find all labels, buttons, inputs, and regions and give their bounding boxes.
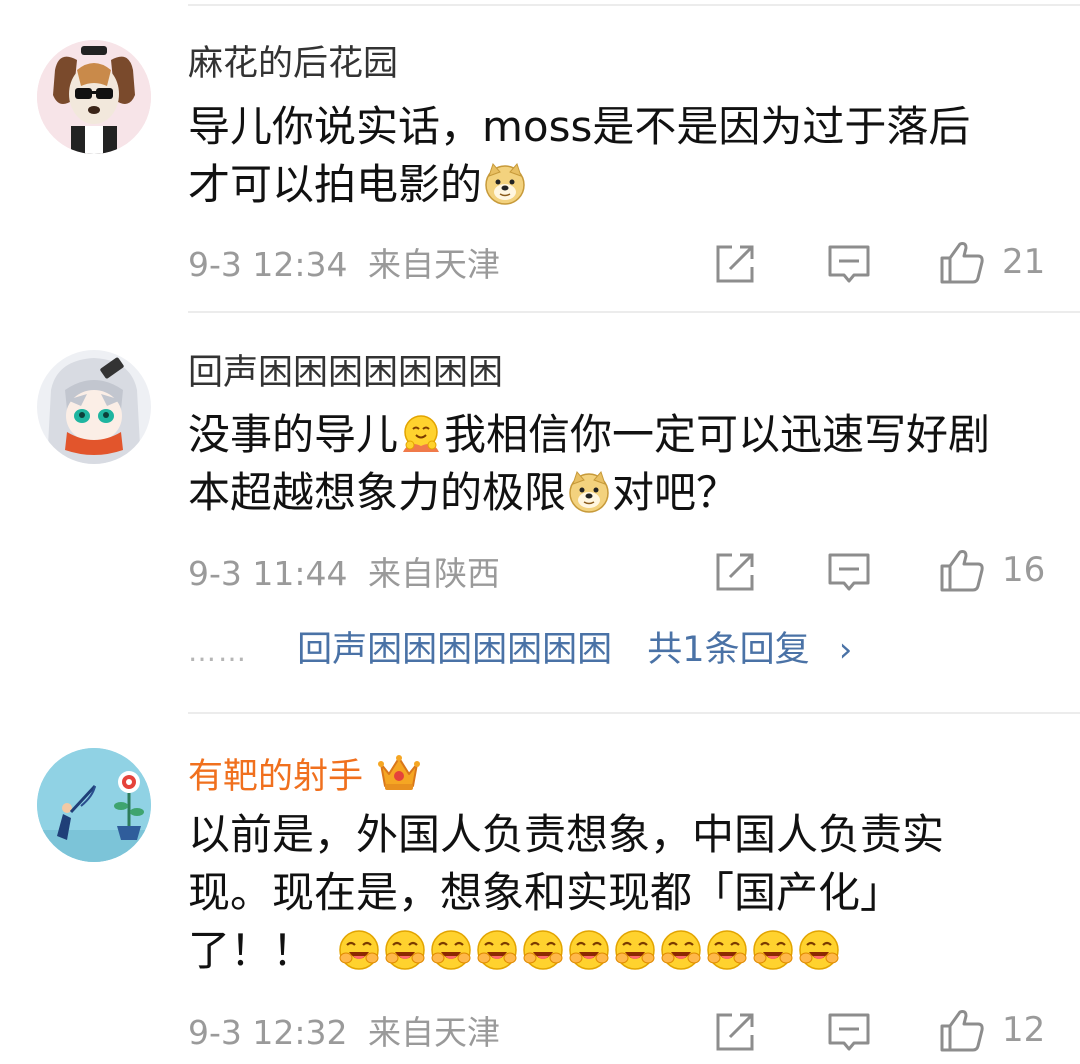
laugh-emoji <box>475 928 519 972</box>
emoji-row <box>336 926 842 975</box>
laugh-emoji <box>705 928 749 972</box>
location: 来自陕西 <box>368 554 500 593</box>
reply-dots: …… <box>188 635 248 668</box>
avatar[interactable] <box>37 40 151 154</box>
comment-text-segment: 对吧？ <box>612 468 739 517</box>
chevron-right-icon: › <box>838 630 853 670</box>
username[interactable]: 有靶的射手 <box>188 750 421 797</box>
comment-button[interactable] <box>826 548 872 596</box>
crown-icon <box>378 755 421 790</box>
username[interactable]: 回声困困困困困困困 <box>188 353 503 393</box>
comment-text-segment: 了！！ <box>188 926 315 975</box>
doge-emoji <box>483 162 527 206</box>
comment-meta: 9-3 12:34 来自天津 <box>188 245 500 285</box>
comment-meta: 9-3 11:44 来自陕西 <box>188 554 500 594</box>
top-divider <box>188 4 1080 6</box>
timestamp: 9-3 12:32 <box>188 1013 348 1052</box>
laugh-emoji <box>659 928 703 972</box>
avatar[interactable] <box>37 350 151 464</box>
doge-emoji <box>567 470 611 514</box>
comment-text-line: 以前是，外国人负责想象，中国人负责实 <box>188 810 945 859</box>
share-button[interactable] <box>712 1008 758 1056</box>
share-button[interactable] <box>712 548 758 596</box>
comment-text-line: 了！！ <box>188 922 1058 980</box>
like-count: 16 <box>1002 550 1046 590</box>
comment-text: 以前是，外国人负责想象，中国人负责实 现。现在是，想象和实现都「国产化」 了！！ <box>188 806 1058 980</box>
like-button[interactable]: 12 <box>938 1006 1045 1054</box>
reply-count[interactable]: 共1条回复 <box>647 630 809 670</box>
location: 来自天津 <box>368 1013 500 1052</box>
like-icon <box>940 1010 984 1052</box>
laugh-emoji <box>383 928 427 972</box>
comment-text: 没事的导儿 我相信你一定可以迅速写好剧 本超越想象力的极限 对吧？ <box>188 406 1058 522</box>
like-button[interactable]: 21 <box>938 238 1045 286</box>
like-icon <box>940 550 984 592</box>
hug-emoji <box>399 412 443 456</box>
timestamp: 9-3 11:44 <box>188 554 348 593</box>
username-text: 有靶的射手 <box>188 757 364 797</box>
like-button[interactable]: 16 <box>938 546 1045 594</box>
comment-text-segment: 才可以拍电影的 <box>188 160 483 209</box>
laugh-emoji <box>751 928 795 972</box>
comment-text-line: 现。现在是，想象和实现都「国产化」 <box>188 868 903 917</box>
avatar[interactable] <box>37 748 151 862</box>
laugh-emoji <box>567 928 611 972</box>
laugh-emoji <box>521 928 565 972</box>
comment-text: 导儿你说实话，moss是不是因为过于落后 才可以拍电影的 <box>188 98 1058 214</box>
comment-icon <box>828 553 870 591</box>
comment-button[interactable] <box>826 1008 872 1056</box>
laugh-emoji <box>797 928 841 972</box>
comment-icon <box>828 1013 870 1051</box>
like-icon <box>940 242 984 284</box>
like-count: 12 <box>1002 1010 1046 1050</box>
comment-text-line: 本超越想象力的极限 对吧？ <box>188 464 1058 522</box>
share-button[interactable] <box>712 240 758 288</box>
comment-icon <box>828 245 870 283</box>
comment-text-line: 导儿你说实话，moss是不是因为过于落后 <box>188 102 971 151</box>
comment-divider <box>188 712 1080 714</box>
timestamp: 9-3 12:34 <box>188 245 348 284</box>
laugh-emoji <box>613 928 657 972</box>
comment-divider <box>188 311 1080 313</box>
share-icon <box>716 245 754 283</box>
like-count: 21 <box>1002 242 1046 282</box>
share-icon <box>716 553 754 591</box>
comment-text-segment: 本超越想象力的极限 <box>188 468 567 517</box>
comment-text-line: 才可以拍电影的 <box>188 156 1058 214</box>
share-icon <box>716 1013 754 1051</box>
comment-button[interactable] <box>826 240 872 288</box>
reply-username[interactable]: 回声困困困困困困困 <box>297 630 612 670</box>
comment-text-segment: 没事的导儿 <box>188 410 399 459</box>
laugh-emoji <box>337 928 381 972</box>
location: 来自天津 <box>368 245 500 284</box>
comment-meta: 9-3 12:32 来自天津 <box>188 1013 500 1053</box>
username[interactable]: 麻花的后花园 <box>188 44 398 84</box>
comment-text-segment: 我相信你一定可以迅速写好剧 <box>444 410 991 459</box>
reply-preview-link[interactable]: …… 回声困困困困困困困 共1条回复 › <box>188 628 852 674</box>
comment-text-line: 没事的导儿 我相信你一定可以迅速写好剧 <box>188 406 1058 464</box>
laugh-emoji <box>429 928 473 972</box>
